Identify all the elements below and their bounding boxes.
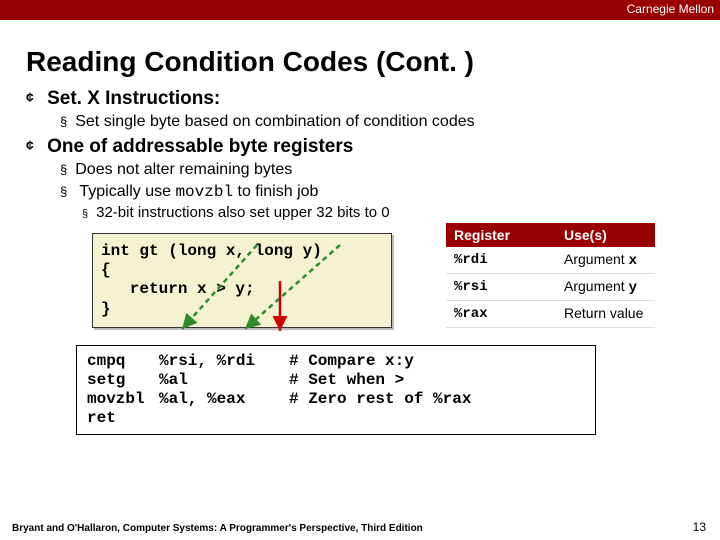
brand-text: Carnegie Mellon <box>627 2 714 16</box>
reg-subsub1: 32-bit instructions also set upper 32 bi… <box>82 204 700 221</box>
asm-args: %al <box>159 371 289 390</box>
asm-op: ret <box>87 409 159 428</box>
use-code: y <box>629 280 637 296</box>
reg-cell: %rsi <box>446 274 556 301</box>
use-cell: Argument x <box>556 247 655 274</box>
setx-sublist: Set single byte based on combination of … <box>60 112 700 132</box>
asm-comment: # Set when > <box>289 371 404 390</box>
reg-sub2-post: to finish job <box>233 183 318 200</box>
reg-sub1: Does not alter remaining bytes <box>60 160 700 180</box>
page-number: 13 <box>693 520 706 534</box>
register-table-header-row: Register Use(s) <box>446 223 655 247</box>
asm-comment: # Zero rest of %rax <box>289 390 471 409</box>
asm-args: %rsi, %rdi <box>159 352 289 371</box>
bullet-registers: One of addressable byte registers Does n… <box>26 136 700 221</box>
use-pre: Return value <box>564 305 643 321</box>
asm-comment: # Compare x:y <box>289 352 414 371</box>
asm-code-box: cmpq%rsi, %rdi# Compare x:y setg%al# Set… <box>76 345 596 435</box>
reg-cell: %rdi <box>446 247 556 274</box>
asm-op: movzbl <box>87 390 159 409</box>
slide-title: Reading Condition Codes (Cont. ) <box>26 46 700 78</box>
asm-op: setg <box>87 371 159 390</box>
asm-row: ret <box>87 409 585 428</box>
table-row: %rsi Argument y <box>446 274 655 301</box>
asm-args <box>159 409 289 428</box>
reg-cell: %rax <box>446 301 556 328</box>
register-table-h1: Use(s) <box>556 223 655 247</box>
use-cell: Argument y <box>556 274 655 301</box>
asm-row: movzbl%al, %eax# Zero rest of %rax <box>87 390 585 409</box>
registers-subsublist: 32-bit instructions also set upper 32 bi… <box>82 204 700 221</box>
bullet-registers-text: One of addressable byte registers <box>47 136 353 157</box>
register-table: Register Use(s) %rdi Argument x %rsi Arg… <box>446 223 655 328</box>
reg-sub2-code: movzbl <box>175 183 233 201</box>
table-row: %rax Return value <box>446 301 655 328</box>
header-bar: Carnegie Mellon <box>0 0 720 20</box>
asm-op: cmpq <box>87 352 159 371</box>
footer-citation: Bryant and O'Hallaron, Computer Systems:… <box>12 523 423 534</box>
setx-sub1: Set single byte based on combination of … <box>60 112 700 132</box>
use-pre: Argument <box>564 278 629 294</box>
registers-sublist: Does not alter remaining bytes Typically… <box>60 160 700 202</box>
c-code-box: int gt (long x, long y) { return x > y; … <box>92 233 392 328</box>
reg-sub2: Typically use movzbl to finish job <box>60 182 700 202</box>
asm-args: %al, %eax <box>159 390 289 409</box>
register-table-h0: Register <box>446 223 556 247</box>
asm-row: cmpq%rsi, %rdi# Compare x:y <box>87 352 585 371</box>
slide-body: Reading Condition Codes (Cont. ) Set. X … <box>0 20 720 221</box>
bullet-setx-text: Set. X Instructions: <box>47 88 220 109</box>
table-row: %rdi Argument x <box>446 247 655 274</box>
use-pre: Argument <box>564 251 629 267</box>
bullet-list: Set. X Instructions: Set single byte bas… <box>26 88 700 221</box>
reg-sub2-pre: Typically use <box>79 183 175 200</box>
use-cell: Return value <box>556 301 655 328</box>
asm-row: setg%al# Set when > <box>87 371 585 390</box>
use-code: x <box>629 253 637 269</box>
bullet-setx: Set. X Instructions: Set single byte bas… <box>26 88 700 132</box>
